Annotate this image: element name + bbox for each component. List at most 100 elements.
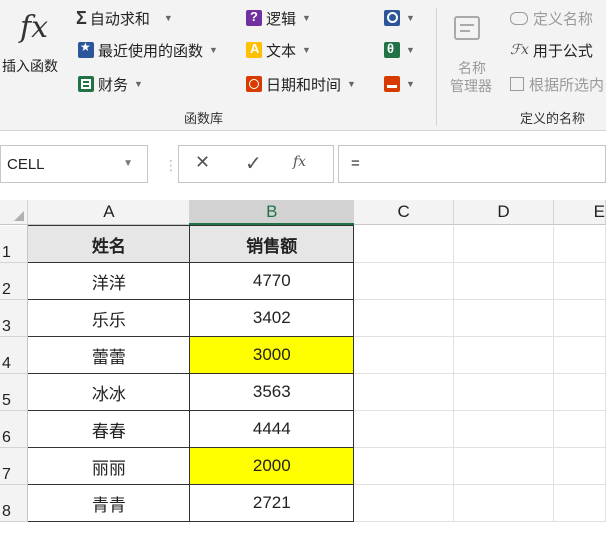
cell-d[interactable] (453, 336, 555, 374)
lookup-reference-button[interactable]: ▼ (384, 8, 415, 28)
chevron-down-icon: ▼ (406, 13, 415, 23)
cell-a[interactable]: 姓名 (27, 225, 191, 263)
cell-b[interactable]: 3000 (189, 336, 355, 374)
cell-a[interactable]: 青青 (27, 484, 191, 522)
enter-icon[interactable]: ✓ (245, 151, 262, 176)
cell-a[interactable]: 蕾蕾 (27, 336, 191, 374)
cell-a[interactable]: 春春 (27, 410, 191, 448)
row-header[interactable]: 6 (0, 410, 29, 448)
table-row: 6 春春 4444 (0, 410, 606, 448)
cell-b[interactable]: 4770 (189, 262, 355, 300)
column-header-row: A B C D E (0, 200, 606, 225)
autosum-button[interactable]: Σ 自动求和 ▼ (76, 8, 173, 28)
row-header[interactable]: 3 (0, 299, 29, 337)
cell-d[interactable] (453, 262, 555, 300)
cell-e[interactable] (553, 484, 606, 522)
cell-c[interactable] (353, 299, 455, 337)
financial-button[interactable]: 财务 ▼ (78, 74, 143, 94)
create-from-selection-label: 根据所选内 (529, 76, 605, 94)
text-label: 文本 (266, 42, 297, 60)
logical-button[interactable]: ? 逻辑 ▼ (246, 8, 311, 28)
define-name-button[interactable]: 定义名称 (510, 8, 593, 28)
cell-b[interactable]: 4444 (189, 410, 355, 448)
star-icon: ★ (78, 40, 94, 58)
more-functions-button[interactable]: ▼ (384, 74, 415, 94)
cell-b[interactable]: 2000 (189, 447, 355, 485)
math-trig-button[interactable]: θ ▼ (384, 40, 415, 60)
insert-function-label: 插入函数 (2, 58, 58, 74)
worksheet: A B C D E 1 姓名 销售额 2 洋洋 4770 3 乐乐 3402 4 蕾蕾 3000 5 冰冰… (0, 200, 606, 522)
name-box[interactable]: CELL ▼ (0, 145, 148, 183)
column-header[interactable]: D (453, 200, 554, 225)
cell-a[interactable]: 洋洋 (27, 262, 191, 300)
chevron-down-icon: ▼ (347, 79, 356, 89)
row-header[interactable]: 2 (0, 262, 29, 300)
cell-e[interactable] (553, 336, 606, 374)
cell-d[interactable] (453, 484, 555, 522)
insert-function-button[interactable]: fx 插入函数 (0, 4, 70, 84)
formula-input[interactable]: = (338, 145, 606, 183)
recent-functions-button[interactable]: ★ 最近使用的函数 ▼ (78, 40, 218, 60)
ribbon-separator (436, 8, 437, 126)
define-name-label: 定义名称 (533, 10, 594, 28)
cell-c[interactable] (353, 410, 455, 448)
cancel-icon[interactable]: ✕ (195, 152, 210, 173)
cell-c[interactable] (353, 484, 455, 522)
autosum-label: 自动求和 (89, 10, 150, 28)
cell-d[interactable] (453, 373, 555, 411)
datetime-button[interactable]: 日期和时间 ▼ (246, 74, 356, 94)
chevron-down-icon: ▼ (406, 79, 415, 89)
column-header[interactable]: B (189, 200, 355, 225)
formula-bar-grip-icon: ⋮ (164, 157, 178, 173)
more-functions-icon (384, 76, 400, 92)
cell-e[interactable] (553, 447, 606, 485)
cell-a[interactable]: 冰冰 (27, 373, 191, 411)
cell-d[interactable] (453, 299, 555, 337)
row-header[interactable]: 8 (0, 484, 29, 522)
cell-b[interactable]: 销售额 (189, 225, 355, 263)
cell-a[interactable]: 乐乐 (27, 299, 191, 337)
column-header[interactable]: A (27, 200, 191, 225)
chevron-down-icon: ▼ (134, 79, 143, 89)
cell-b[interactable]: 2721 (189, 484, 355, 522)
cell-c[interactable] (353, 336, 455, 374)
select-all-corner[interactable] (0, 200, 29, 225)
cell-d[interactable] (453, 410, 555, 448)
cell-c[interactable] (353, 262, 455, 300)
formula-buttons: ✕ ✓ fx (178, 145, 334, 183)
text-button[interactable]: A 文本 ▼ (246, 40, 311, 60)
cell-e[interactable] (553, 299, 606, 337)
column-header[interactable]: C (353, 200, 455, 225)
cell-e[interactable] (553, 225, 606, 263)
recent-functions-label: 最近使用的函数 (98, 42, 204, 60)
name-manager-button[interactable]: 名称 管理器 (444, 12, 498, 102)
clock-icon (246, 76, 262, 92)
cell-a[interactable]: 丽丽 (27, 447, 191, 485)
grid-icon (510, 77, 524, 91)
insert-function-icon[interactable]: fx (293, 154, 306, 170)
datetime-label: 日期和时间 (266, 76, 342, 94)
cell-c[interactable] (353, 225, 455, 263)
use-in-formula-button[interactable]: ℱx 用于公式 (510, 40, 593, 60)
cell-b[interactable]: 3563 (189, 373, 355, 411)
cell-e[interactable] (553, 262, 606, 300)
sigma-icon: Σ (76, 7, 87, 28)
row-header[interactable]: 1 (0, 225, 29, 263)
chevron-down-icon[interactable]: ▼ (123, 158, 133, 169)
chevron-down-icon: ▼ (302, 45, 311, 55)
name-manager-label-line1: 名称 (458, 60, 486, 76)
cell-c[interactable] (353, 447, 455, 485)
row-header[interactable]: 5 (0, 373, 29, 411)
column-header[interactable]: E (553, 200, 606, 225)
cell-c[interactable] (353, 373, 455, 411)
cell-e[interactable] (553, 410, 606, 448)
group-label-defined-names: 定义的名称 (520, 111, 586, 126)
create-from-selection-button[interactable]: 根据所选内 (510, 74, 604, 94)
row-header[interactable]: 4 (0, 336, 29, 374)
row-header[interactable]: 7 (0, 447, 29, 485)
cell-d[interactable] (453, 447, 555, 485)
cell-d[interactable] (453, 225, 555, 263)
cell-b[interactable]: 3402 (189, 299, 355, 337)
cell-e[interactable] (553, 373, 606, 411)
text-icon: A (246, 41, 262, 58)
